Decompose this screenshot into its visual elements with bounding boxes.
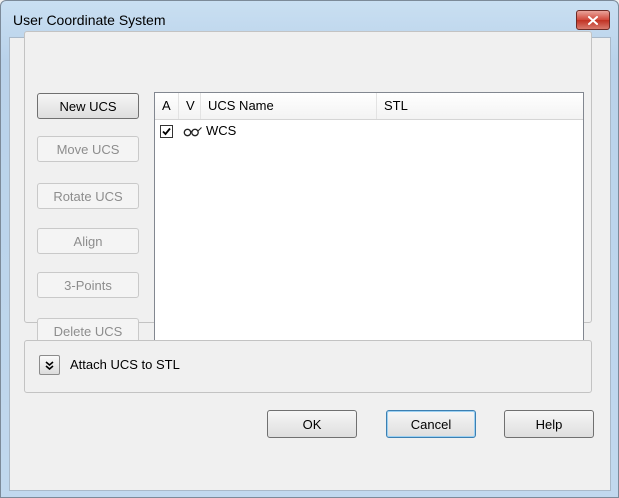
list-header: A V UCS Name STL (155, 93, 583, 120)
rotate-ucs-button[interactable]: Rotate UCS (37, 183, 139, 209)
window-title: User Coordinate System (13, 12, 166, 28)
glasses-icon[interactable] (183, 125, 203, 137)
close-icon (588, 15, 598, 25)
help-button[interactable]: Help (504, 410, 594, 438)
expand-button[interactable] (39, 355, 60, 375)
cancel-button[interactable]: Cancel (386, 410, 476, 438)
column-header-ucs-name[interactable]: UCS Name (201, 93, 377, 119)
attach-ucs-label[interactable]: Attach UCS to STL (70, 357, 180, 372)
three-points-button[interactable]: 3-Points (37, 272, 139, 298)
checkmark-icon (162, 127, 171, 136)
column-header-stl[interactable]: STL (377, 93, 583, 119)
ucs-name-cell: WCS (206, 123, 237, 138)
close-button[interactable] (576, 10, 610, 30)
move-ucs-button[interactable]: Move UCS (37, 136, 139, 162)
ucs-list[interactable]: A V UCS Name STL WCS (154, 92, 584, 350)
align-button[interactable]: Align (37, 228, 139, 254)
active-checkbox[interactable] (160, 125, 173, 138)
double-chevron-down-icon (45, 360, 54, 370)
column-header-active[interactable]: A (155, 93, 179, 119)
list-item[interactable]: WCS (155, 121, 583, 141)
ok-button[interactable]: OK (267, 410, 357, 438)
attach-section: Attach UCS to STL (24, 340, 592, 393)
new-ucs-button[interactable]: New UCS (37, 93, 139, 119)
ucs-dialog: User Coordinate System New UCS Move UCS … (0, 0, 619, 498)
column-header-visible[interactable]: V (179, 93, 201, 119)
